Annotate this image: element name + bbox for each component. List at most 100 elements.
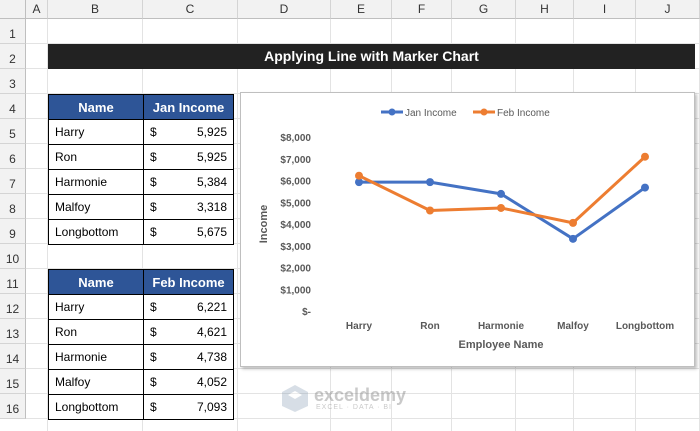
income-cell[interactable]: 5,384 bbox=[176, 169, 234, 195]
jan-income-table: Name Jan Income Harry $5,925 Ron $5,925 Harm… bbox=[48, 94, 234, 245]
income-cell[interactable]: 5,925 bbox=[176, 119, 234, 145]
currency-symbol-cell[interactable]: $ bbox=[143, 194, 176, 220]
x-tick-label: Harmonie bbox=[478, 321, 525, 332]
currency-symbol-cell[interactable]: $ bbox=[143, 294, 176, 320]
income-cell[interactable]: 4,738 bbox=[176, 344, 234, 370]
row-header-1[interactable]: 1 bbox=[0, 19, 26, 44]
name-header[interactable]: Name bbox=[48, 94, 144, 120]
data-point-feb bbox=[355, 171, 363, 180]
y-tick-label: $7,000 bbox=[280, 155, 311, 166]
table-row: Harmonie $4,738 bbox=[48, 344, 234, 370]
currency-symbol-cell[interactable]: $ bbox=[143, 394, 176, 420]
column-header-i[interactable]: I bbox=[574, 0, 636, 19]
select-all-corner[interactable] bbox=[0, 0, 26, 19]
x-tick-label: Harry bbox=[346, 321, 373, 332]
x-tick-label: Longbottom bbox=[616, 321, 674, 332]
currency-symbol-cell[interactable]: $ bbox=[143, 344, 176, 370]
currency-symbol-cell[interactable]: $ bbox=[143, 319, 176, 345]
legend-label-feb: Feb Income bbox=[497, 108, 550, 119]
name-cell[interactable]: Harry bbox=[48, 294, 144, 320]
currency-symbol-cell[interactable]: $ bbox=[143, 169, 176, 195]
x-tick-label: Ron bbox=[420, 321, 439, 332]
column-header-b[interactable]: B bbox=[48, 0, 143, 19]
row-header-2[interactable]: 2 bbox=[0, 44, 26, 69]
feb-income-table: Name Feb Income Harry $6,221 Ron $4,621 Harm… bbox=[48, 269, 234, 420]
y-axis-title: Income bbox=[258, 205, 270, 244]
name-cell[interactable]: Malfoy bbox=[48, 194, 144, 220]
row-header-9[interactable]: 9 bbox=[0, 219, 26, 244]
currency-symbol-cell[interactable]: $ bbox=[143, 219, 176, 245]
table-row: Malfoy $3,318 bbox=[48, 194, 234, 220]
data-point-jan bbox=[497, 189, 505, 198]
row-header-3[interactable]: 3 bbox=[0, 69, 26, 94]
table-row: Ron $5,925 bbox=[48, 144, 234, 170]
data-point-feb bbox=[569, 218, 577, 227]
data-point-feb bbox=[426, 206, 434, 215]
column-header-a[interactable]: A bbox=[26, 0, 48, 19]
page-title: Applying Line with Marker Chart bbox=[48, 44, 695, 69]
table-row: Harry $5,925 bbox=[48, 119, 234, 145]
data-point-jan bbox=[641, 183, 649, 192]
income-cell[interactable]: 5,675 bbox=[176, 219, 234, 245]
income-cell[interactable]: 4,052 bbox=[176, 369, 234, 395]
column-header-j[interactable]: J bbox=[636, 0, 700, 19]
income-cell[interactable]: 6,221 bbox=[176, 294, 234, 320]
income-cell[interactable]: 7,093 bbox=[176, 394, 234, 420]
legend-marker-jan bbox=[388, 108, 396, 116]
row-header-5[interactable]: 5 bbox=[0, 119, 26, 144]
watermark-brand: exceldemy bbox=[314, 385, 407, 405]
y-tick-label: $5,000 bbox=[280, 198, 311, 209]
row-header-12[interactable]: 12 bbox=[0, 294, 26, 319]
income-cell[interactable]: 5,925 bbox=[176, 144, 234, 170]
row-header-14[interactable]: 14 bbox=[0, 344, 26, 369]
income-cell[interactable]: 3,318 bbox=[176, 194, 234, 220]
table-row: Longbottom $7,093 bbox=[48, 394, 234, 420]
data-point-feb bbox=[641, 152, 649, 161]
name-cell[interactable]: Longbottom bbox=[48, 394, 144, 420]
row-header-15[interactable]: 15 bbox=[0, 369, 26, 394]
row-header-16[interactable]: 16 bbox=[0, 394, 26, 419]
name-cell[interactable]: Malfoy bbox=[48, 369, 144, 395]
column-header-d[interactable]: D bbox=[238, 0, 331, 19]
income-cell[interactable]: 4,621 bbox=[176, 319, 234, 345]
row-header-11[interactable]: 11 bbox=[0, 269, 26, 294]
row-header-10[interactable]: 10 bbox=[0, 244, 26, 269]
name-cell[interactable]: Harmonie bbox=[48, 344, 144, 370]
y-tick-label: $1,000 bbox=[280, 285, 311, 296]
row-header-8[interactable]: 8 bbox=[0, 194, 26, 219]
row-header-13[interactable]: 13 bbox=[0, 319, 26, 344]
name-header[interactable]: Name bbox=[48, 269, 144, 295]
column-header-h[interactable]: H bbox=[516, 0, 574, 19]
row-header-6[interactable]: 6 bbox=[0, 144, 26, 169]
table-row: Harmonie $5,384 bbox=[48, 169, 234, 195]
series-line-feb bbox=[358, 155, 647, 225]
name-cell[interactable]: Ron bbox=[48, 319, 144, 345]
column-header-c[interactable]: C bbox=[143, 0, 238, 19]
gridline bbox=[237, 19, 238, 431]
feb-income-header[interactable]: Feb Income bbox=[143, 269, 234, 295]
currency-symbol-cell[interactable]: $ bbox=[143, 369, 176, 395]
y-tick-label: $2,000 bbox=[280, 264, 311, 275]
line-chart[interactable]: $- $1,000 $2,000 $3,000 $4,000 $5,000 $6,000 $7… bbox=[240, 92, 695, 367]
spreadsheet: ABCDEFGHIJ 1 2 3 4 5 6 7 8 9 10 11 12 13 14 15 16 Apply… bbox=[0, 0, 700, 431]
y-tick-label: $8,000 bbox=[280, 133, 311, 144]
watermark-tagline: EXCEL · DATA · BI bbox=[316, 404, 392, 411]
name-cell[interactable]: Harmonie bbox=[48, 169, 144, 195]
name-cell[interactable]: Harry bbox=[48, 119, 144, 145]
watermark: exceldemy EXCEL · DATA · BI bbox=[280, 383, 430, 413]
table-row: Ron $4,621 bbox=[48, 319, 234, 345]
y-tick-label: $- bbox=[302, 307, 311, 318]
currency-symbol-cell[interactable]: $ bbox=[143, 119, 176, 145]
y-tick-label: $6,000 bbox=[280, 177, 311, 188]
row-header-7[interactable]: 7 bbox=[0, 169, 26, 194]
x-axis-title: Employee Name bbox=[459, 339, 544, 351]
row-header-4[interactable]: 4 bbox=[0, 94, 26, 119]
column-header-e[interactable]: E bbox=[331, 0, 392, 19]
column-header-g[interactable]: G bbox=[452, 0, 516, 19]
currency-symbol-cell[interactable]: $ bbox=[143, 144, 176, 170]
table-row: Harry $6,221 bbox=[48, 294, 234, 320]
name-cell[interactable]: Ron bbox=[48, 144, 144, 170]
jan-income-header[interactable]: Jan Income bbox=[143, 94, 234, 120]
column-header-f[interactable]: F bbox=[392, 0, 452, 19]
name-cell[interactable]: Longbottom bbox=[48, 219, 144, 245]
